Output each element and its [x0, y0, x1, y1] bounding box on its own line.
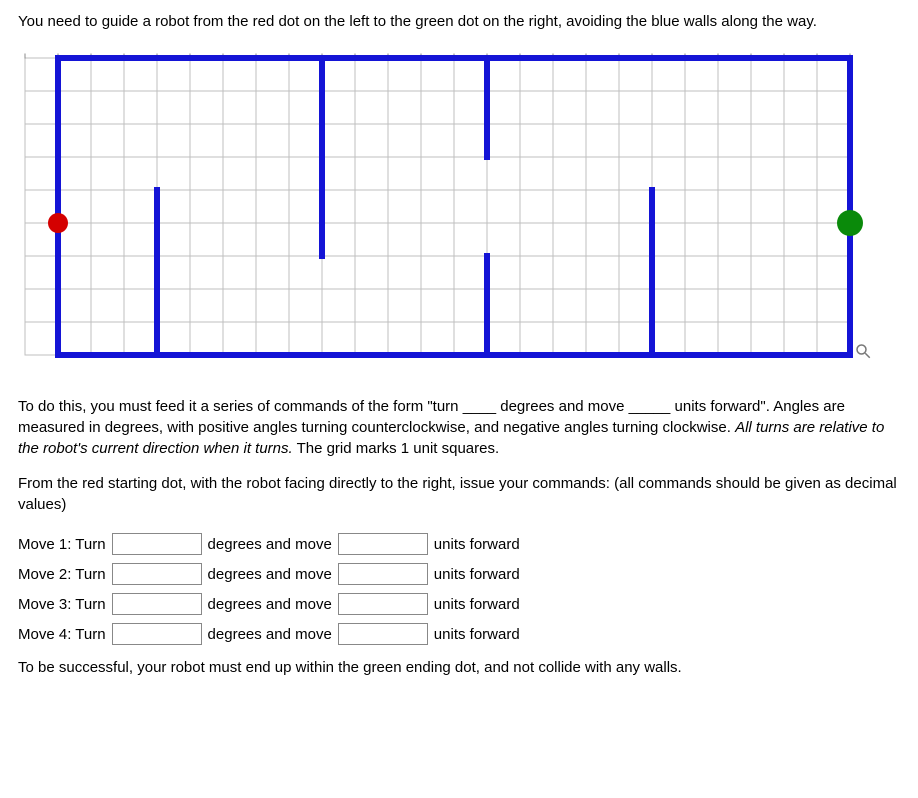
turn-input-4[interactable]	[112, 623, 202, 645]
move-tail-label: units forward	[434, 536, 520, 553]
instructions-2: From the red starting dot, with the robo…	[18, 473, 900, 515]
moves-list: Move 1: Turn degrees and move units forwar…	[18, 533, 900, 645]
move-mid-label: degrees and move	[208, 566, 332, 583]
move-label: Move 2: Turn	[18, 566, 106, 583]
move-mid-label: degrees and move	[208, 536, 332, 553]
turn-input-3[interactable]	[112, 593, 202, 615]
intro-text: You need to guide a robot from the red d…	[18, 12, 900, 32]
move-row-3: Move 3: Turn degrees and move units forwar…	[18, 593, 900, 615]
instructions-1: To do this, you must feed it a series of…	[18, 396, 900, 459]
move-tail-label: units forward	[434, 566, 520, 583]
distance-input-2[interactable]	[338, 563, 428, 585]
magnify-icon[interactable]	[854, 342, 872, 360]
distance-input-3[interactable]	[338, 593, 428, 615]
move-mid-label: degrees and move	[208, 596, 332, 613]
move-label: Move 1: Turn	[18, 536, 106, 553]
move-mid-label: degrees and move	[208, 626, 332, 643]
instructions-1a: To do this, you must feed it a series of…	[18, 398, 845, 436]
move-row-1: Move 1: Turn degrees and move units forwar…	[18, 533, 900, 555]
move-label: Move 4: Turn	[18, 626, 106, 643]
move-tail-label: units forward	[434, 596, 520, 613]
maze-container	[18, 50, 900, 374]
distance-input-1[interactable]	[338, 533, 428, 555]
distance-input-4[interactable]	[338, 623, 428, 645]
instructions-1b: The grid marks 1 unit squares.	[293, 440, 499, 457]
move-label: Move 3: Turn	[18, 596, 106, 613]
footer-text: To be successful, your robot must end up…	[18, 659, 900, 676]
turn-input-2[interactable]	[112, 563, 202, 585]
turn-input-1[interactable]	[112, 533, 202, 555]
maze-diagram	[18, 50, 888, 370]
move-row-4: Move 4: Turn degrees and move units forwar…	[18, 623, 900, 645]
move-row-2: Move 2: Turn degrees and move units forwar…	[18, 563, 900, 585]
move-tail-label: units forward	[434, 626, 520, 643]
